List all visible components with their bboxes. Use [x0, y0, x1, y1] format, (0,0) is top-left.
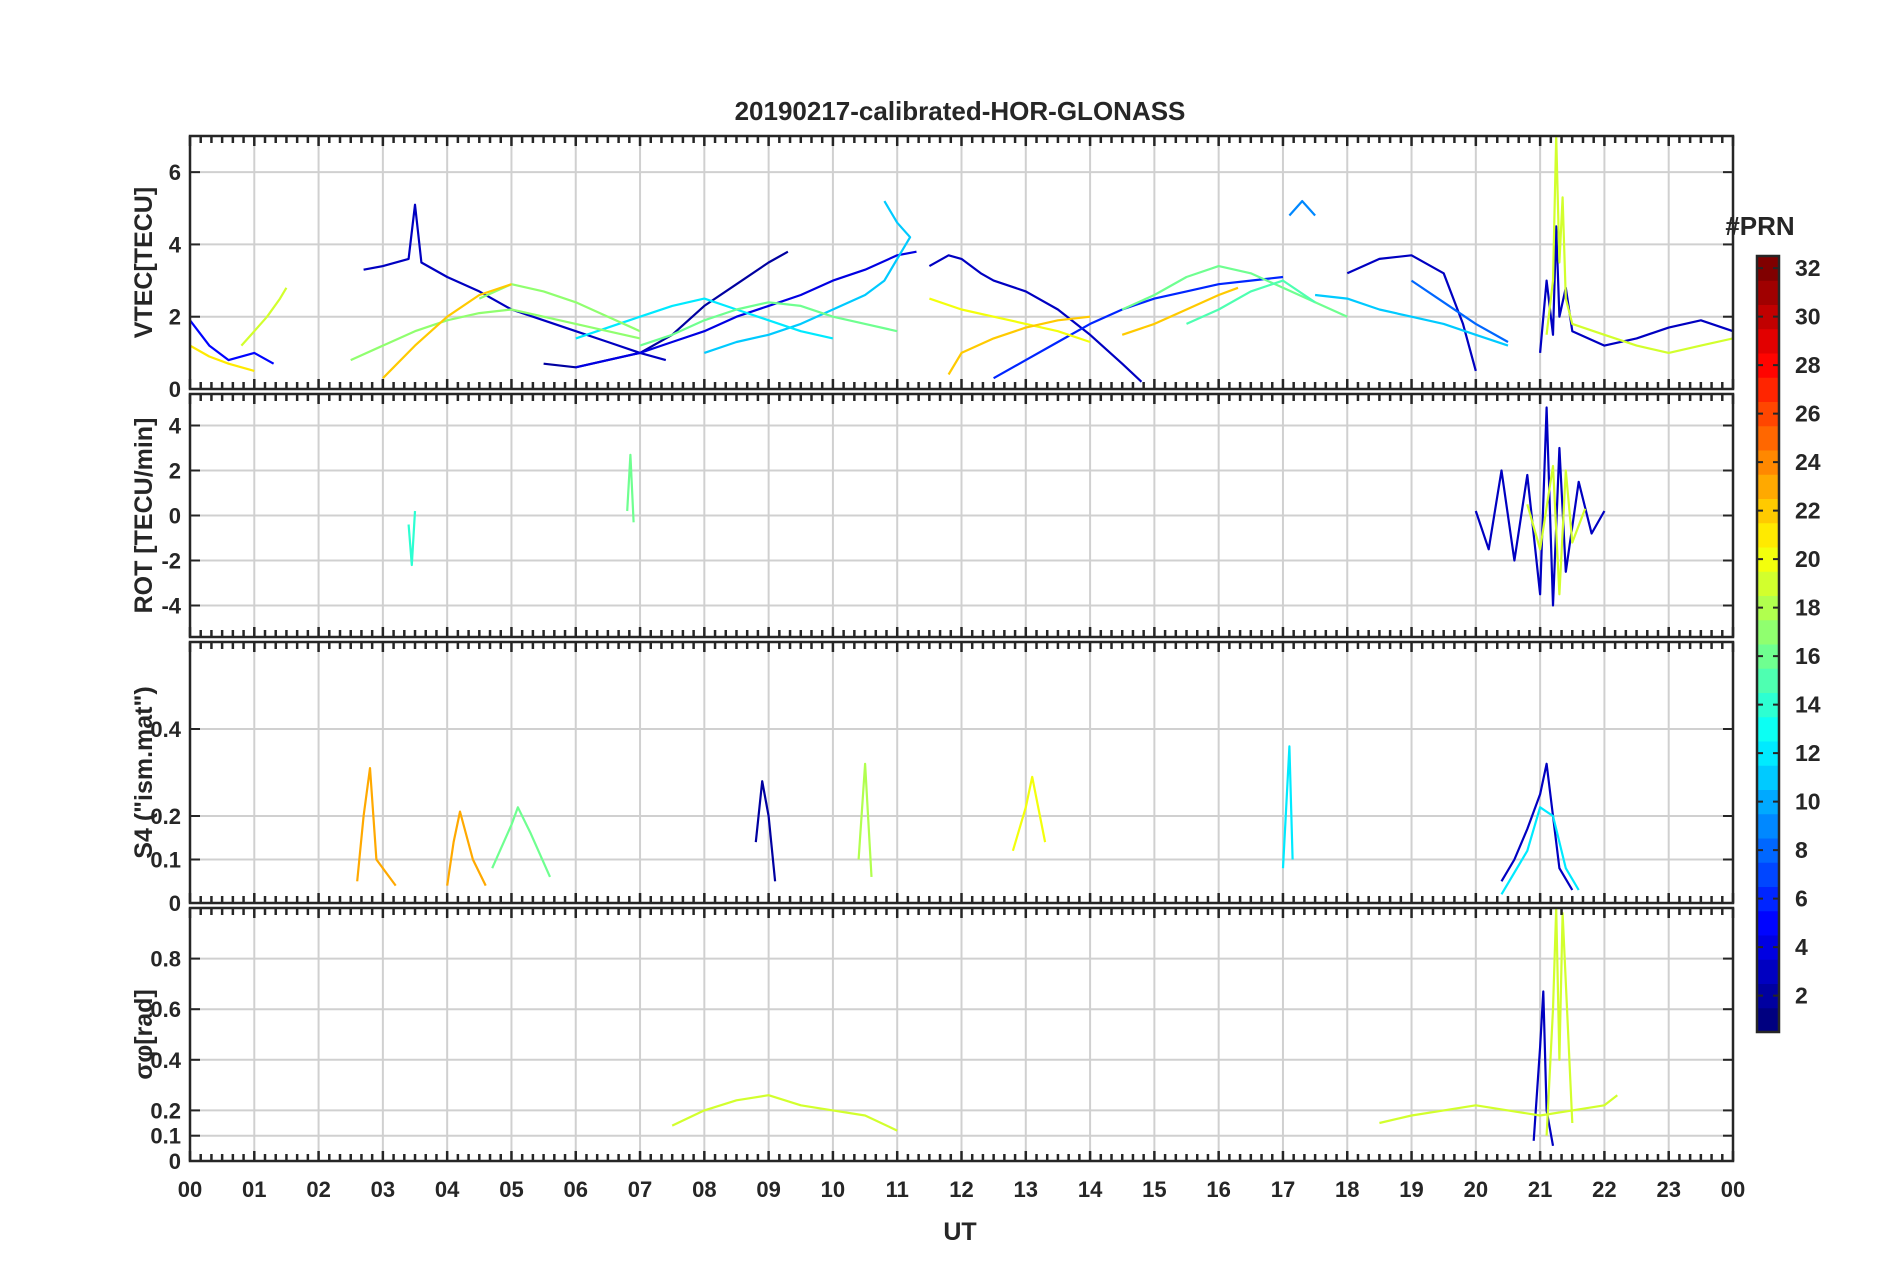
colorbar-swatch: [1757, 813, 1779, 839]
y-tick-label: 4: [169, 414, 182, 439]
y-axis-label: ROT [TECU/min]: [130, 418, 158, 614]
colorbar-swatch: [1757, 280, 1779, 305]
panel-4: 00.10.20.40.60.8σφ[rad]: [130, 906, 1735, 1174]
colorbar-tick-label: 32: [1795, 255, 1821, 281]
x-tick-label: 20: [1464, 1177, 1488, 1202]
x-tick-label: 02: [306, 1177, 330, 1202]
y-tick-label: 0.1: [150, 1124, 181, 1149]
x-tick-label: 01: [242, 1177, 266, 1202]
colorbar-title: #PRN: [1725, 211, 1794, 241]
x-tick-label: 11: [886, 1177, 909, 1202]
x-tick-label: 10: [821, 1177, 845, 1202]
x-tick-label: 05: [499, 1177, 523, 1202]
x-tick-label: 09: [756, 1177, 780, 1202]
colorbar-tick-label: 22: [1795, 498, 1821, 524]
x-tick-label: 07: [628, 1177, 652, 1202]
colorbar-tick-label: 26: [1795, 401, 1821, 427]
x-axis-label: UT: [943, 1218, 976, 1246]
y-axis-label: S4 ("ism.mat"): [130, 686, 158, 858]
colorbar-tick-label: 14: [1795, 692, 1821, 718]
y-tick-label: 0.8: [150, 947, 181, 972]
colorbar-swatch: [1757, 425, 1779, 451]
colorbar-tick-label: 10: [1795, 789, 1821, 815]
y-tick-label: 0: [169, 504, 181, 529]
colorbar-tick-label: 30: [1795, 304, 1821, 330]
y-tick-label: 0: [169, 377, 181, 402]
colorbar-swatch: [1757, 910, 1779, 936]
colorbar-swatch: [1757, 765, 1779, 790]
y-axis-label: σφ[rad]: [130, 989, 158, 1080]
x-tick-label: 15: [1142, 1177, 1166, 1202]
panel-2: -4 -2 0 2 4 ROT [TECU/min]: [130, 392, 1735, 639]
colorbar-tick-label: 18: [1795, 595, 1821, 621]
colorbar: 2468101214161820222426283032#PRN: [1725, 211, 1821, 1034]
x-axis: 00 01 02 03 04 05 06 07 08 09 10 11 12 13 14 15 16 17 18 19…: [178, 1177, 1745, 1202]
y-axis-label: VTEC[TECU]: [130, 187, 158, 338]
colorbar-swatch: [1757, 571, 1779, 596]
y-tick-label: 6: [169, 160, 181, 185]
colorbar-swatch: [1757, 328, 1779, 354]
colorbar-tick-label: 6: [1795, 886, 1808, 912]
colorbar-tick-label: 20: [1795, 546, 1821, 572]
colorbar-swatch: [1757, 716, 1779, 742]
colorbar-swatch: [1757, 1007, 1779, 1033]
x-tick-label: 00: [178, 1177, 202, 1202]
colorbar-swatch: [1757, 959, 1779, 984]
x-tick-label: 18: [1335, 1177, 1359, 1202]
chart-title: 20190217-calibrated-HOR-GLONASS: [735, 96, 1186, 126]
y-tick-label: 2: [169, 305, 181, 330]
colorbar-tick-label: 12: [1795, 740, 1821, 766]
x-tick-label: 00: [1721, 1177, 1745, 1202]
y-tick-label: 0: [169, 891, 181, 916]
x-tick-label: 19: [1399, 1177, 1423, 1202]
x-tick-label: 14: [1078, 1177, 1103, 1202]
x-tick-label: 16: [1206, 1177, 1230, 1202]
colorbar-tick-label: 16: [1795, 643, 1821, 669]
y-tick-label: -2: [161, 549, 181, 574]
y-tick-label: 0.2: [150, 1098, 181, 1123]
x-tick-label: 13: [1014, 1177, 1038, 1202]
y-tick-label: 2: [169, 459, 181, 484]
x-tick-label: 21: [1528, 1177, 1552, 1202]
colorbar-tick-label: 28: [1795, 352, 1821, 378]
panels-group: 0246VTEC[TECU]-4-2024ROT [TECU/min]00.10…: [130, 134, 1735, 1174]
x-tick-label: 17: [1271, 1177, 1295, 1202]
x-tick-label: 04: [435, 1177, 460, 1202]
panel-3: 00.10.20.4S4 ("ism.mat"): [130, 640, 1735, 916]
colorbar-swatch: [1757, 668, 1779, 693]
colorbar-tick-label: 2: [1795, 983, 1808, 1009]
x-tick-label: 06: [564, 1177, 588, 1202]
y-tick-label: 4: [169, 232, 182, 257]
panel-1: 0 2 4 6 VTEC[TECU]: [130, 134, 1735, 402]
colorbar-swatch: [1757, 522, 1779, 548]
colorbar-swatch: [1757, 862, 1779, 887]
colorbar-swatch: [1757, 474, 1779, 499]
y-tick-label: -4: [161, 594, 181, 619]
colorbar-swatch: [1757, 377, 1779, 402]
y-tick-label: 0: [169, 1149, 181, 1174]
x-tick-label: 03: [371, 1177, 395, 1202]
colorbar-tick-label: 4: [1795, 934, 1808, 960]
figure-canvas: 20190217-calibrated-HOR-GLONASS 0246VTEC…: [130, 96, 1821, 1246]
colorbar-swatch: [1757, 619, 1779, 645]
x-tick-label: 12: [949, 1177, 973, 1202]
x-tick-label: 22: [1592, 1177, 1616, 1202]
colorbar-tick-label: 8: [1795, 837, 1808, 863]
x-tick-label: 08: [692, 1177, 716, 1202]
x-tick-label: 23: [1656, 1177, 1680, 1202]
colorbar-tick-label: 24: [1795, 449, 1821, 475]
